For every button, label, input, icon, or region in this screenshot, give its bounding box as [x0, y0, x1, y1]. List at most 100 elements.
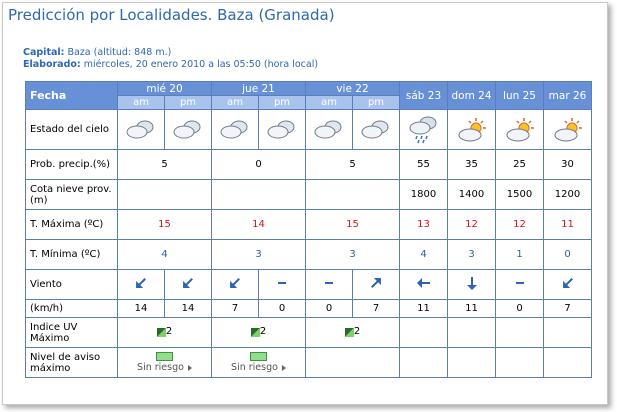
wind-calm-icon	[495, 269, 544, 300]
warn-row: Nivel de aviso máximo Sin riesgo Sin rie…	[25, 347, 592, 378]
wind-arrow-down-icon	[447, 269, 496, 300]
uv-value: 2	[353, 325, 361, 337]
row-label-kmh: (km/h)	[25, 299, 118, 318]
snow-value: 1200	[543, 179, 592, 210]
snow-value: 1400	[447, 179, 496, 210]
warn-cell[interactable]: Sin riesgo	[117, 347, 212, 378]
uv-value: 2	[259, 325, 267, 337]
partly-cloudy-sun-icon	[495, 109, 544, 150]
cloudy-icon	[117, 109, 165, 150]
tmin-row: T. Mínima (ºC) 4 3 3 4 3 1 0	[25, 239, 592, 270]
cloudy-icon	[305, 109, 353, 150]
warn-cell[interactable]: Sin riesgo	[211, 347, 306, 378]
sky-row: Estado del cielo	[25, 109, 592, 150]
cloudy-icon	[211, 109, 259, 150]
wind-arrow-up-left-icon	[352, 269, 400, 300]
warn-cell	[399, 347, 448, 378]
cloudy-icon	[164, 109, 212, 150]
row-label-tmax: T. Máxima (ºC)	[25, 209, 118, 240]
row-label-warn: Nivel de aviso máximo	[25, 347, 118, 378]
precip-value: 5	[305, 149, 400, 180]
precip-value: 5	[117, 149, 212, 180]
uv-value: 2	[165, 325, 173, 337]
cloudy-icon	[352, 109, 400, 150]
uv-flag-icon	[156, 327, 166, 337]
uv-cell: 2	[211, 317, 306, 348]
wind-speed-value: 11	[399, 299, 448, 318]
elaborado-label: Elaborado:	[23, 59, 81, 70]
capital-line: Capital: Baza (altitud: 848 m.)	[23, 47, 171, 58]
tmin-value: 3	[447, 239, 496, 270]
uv-flag-icon	[250, 327, 260, 337]
snow-value	[117, 179, 212, 210]
tmin-value: 1	[495, 239, 544, 270]
pm-header: pm	[352, 95, 400, 110]
wind-arrow-down-right-icon	[117, 269, 165, 300]
cloudy-rain-icon	[399, 109, 448, 150]
warn-level-swatch	[250, 352, 267, 361]
partly-cloudy-sun-icon	[543, 109, 592, 150]
tmax-value: 11	[543, 209, 592, 240]
wind-speed-value: 0	[258, 299, 306, 318]
expand-arrow-icon[interactable]	[281, 364, 286, 371]
tmax-value: 14	[211, 209, 306, 240]
tmin-value: 3	[305, 239, 400, 270]
uv-row: Indice UV Máximo 2 2 2	[25, 317, 592, 348]
am-header: am	[117, 95, 165, 110]
precip-row: Prob. precip.(%) 5 0 5 55 35 25 30	[25, 149, 592, 180]
row-label-uv: Indice UV Máximo	[25, 317, 118, 348]
pm-header: pm	[164, 95, 212, 110]
cloudy-icon	[258, 109, 306, 150]
tmin-value: 3	[211, 239, 306, 270]
am-header: am	[211, 95, 259, 110]
partly-cloudy-sun-icon	[447, 109, 496, 150]
uv-cell: 2	[117, 317, 212, 348]
capital-label: Capital:	[23, 47, 65, 58]
warn-level-swatch	[156, 352, 173, 361]
elaborado-value: miércoles, 20 enero 2010 a las 05:50 (ho…	[83, 59, 319, 70]
tmax-value: 15	[305, 209, 400, 240]
wind-calm-icon	[258, 269, 306, 300]
precip-value: 30	[543, 149, 592, 180]
warn-cell	[495, 347, 544, 378]
tmax-value: 15	[117, 209, 212, 240]
wind-speed-row: (km/h) 14 14 7 0 0 7 11 11 0 7	[25, 299, 592, 318]
day-header: vie 22	[305, 81, 400, 96]
snow-value: 1500	[495, 179, 544, 210]
row-label-tmin: T. Mínima (ºC)	[25, 239, 118, 270]
wind-speed-value: 7	[211, 299, 259, 318]
page-title: Predicción por Localidades. Baza (Granad…	[8, 6, 335, 24]
uv-cell: 2	[305, 317, 400, 348]
wind-arrow-down-right-icon	[164, 269, 212, 300]
precip-value: 35	[447, 149, 496, 180]
capital-value: Baza (altitud: 848 m.)	[67, 47, 172, 58]
wind-arrow-down-right-icon	[543, 269, 592, 300]
tmin-value: 4	[117, 239, 212, 270]
tmin-value: 4	[399, 239, 448, 270]
day-header: mié 20	[117, 81, 212, 96]
precip-value: 55	[399, 149, 448, 180]
tmin-value: 0	[543, 239, 592, 270]
wind-row: Viento	[25, 269, 592, 300]
snow-value: 1800	[399, 179, 448, 210]
warn-label: Sin riesgo	[231, 362, 278, 373]
expand-arrow-icon[interactable]	[187, 364, 192, 371]
fecha-header: Fecha	[25, 81, 118, 110]
wind-speed-value: 11	[447, 299, 496, 318]
day-header: dom 24	[447, 81, 496, 110]
day-header: mar 26	[543, 81, 592, 110]
snow-value	[305, 179, 400, 210]
day-header: jue 21	[211, 81, 306, 96]
warn-label: Sin riesgo	[137, 362, 184, 373]
tmax-row: T. Máxima (ºC) 15 14 15 13 12 12 11	[25, 209, 592, 240]
uv-cell	[543, 317, 592, 348]
wind-arrow-left-icon	[399, 269, 448, 300]
snow-row: Cota nieve prov.(m) 1800 1400 1500 1200	[25, 179, 592, 210]
snow-value	[211, 179, 306, 210]
tmax-value: 12	[495, 209, 544, 240]
day-header: lun 25	[495, 81, 544, 110]
wind-speed-value: 0	[305, 299, 353, 318]
tmax-value: 13	[399, 209, 448, 240]
uv-flag-icon	[344, 327, 354, 337]
elaborado-line: Elaborado: miércoles, 20 enero 2010 a la…	[23, 59, 318, 70]
